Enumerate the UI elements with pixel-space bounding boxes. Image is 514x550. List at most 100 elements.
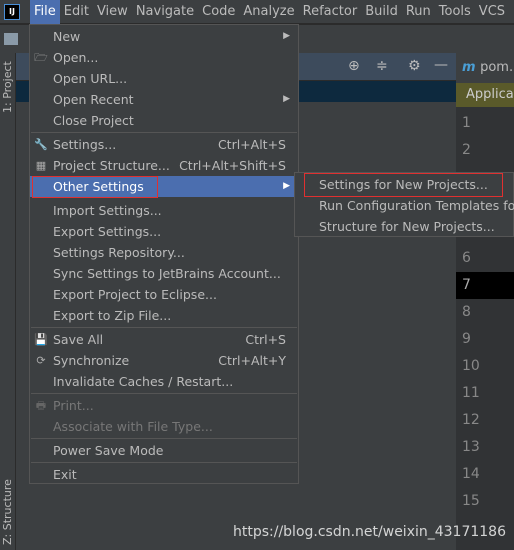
menu-item-close-project[interactable]: Close Project (30, 110, 298, 131)
left-tool-strip: 1: Project Z: Structure (0, 53, 16, 550)
label: Settings Repository... (53, 245, 185, 260)
shortcut: Ctrl+S (245, 332, 286, 347)
label: Import Settings... (53, 203, 162, 218)
menu-item-synchronize[interactable]: ⟳ Synchronize Ctrl+Alt+Y (30, 350, 298, 371)
other-settings-submenu: Settings for New Projects... Run Configu… (294, 172, 514, 237)
gear-icon[interactable]: ⚙ (408, 58, 421, 74)
line-number: 8 (462, 304, 471, 320)
submenu-item-run-config-templates[interactable]: Run Configuration Templates for (295, 195, 514, 216)
separator (31, 132, 297, 133)
menu-item-associate-file-type[interactable]: Associate with File Type... (30, 416, 298, 437)
label: Associate with File Type... (53, 419, 213, 434)
separator (31, 393, 297, 394)
menu-view[interactable]: View (93, 0, 132, 24)
folder-icon (4, 33, 18, 45)
separator (31, 438, 297, 439)
project-structure-icon: ▦ (35, 159, 47, 172)
folder-open-icon: 🗁 (34, 51, 48, 64)
line-number: 13 (462, 439, 480, 455)
editor-tab-label: pom. (480, 60, 514, 75)
line-number: 15 (462, 493, 480, 509)
menu-navigate[interactable]: Navigate (132, 0, 198, 24)
line-number: 14 (462, 466, 480, 482)
label: Export to Zip File... (53, 308, 172, 323)
menu-tools[interactable]: Tools (435, 0, 475, 24)
menu-item-export-settings[interactable]: Export Settings... (30, 221, 298, 242)
menu-item-project-structure[interactable]: ▦ Project Structure... Ctrl+Alt+Shift+S (30, 155, 298, 176)
collapse-icon[interactable]: ≑ (376, 58, 388, 74)
menu-file[interactable]: File (30, 0, 60, 24)
menu-analyze[interactable]: Analyze (239, 0, 298, 24)
editor-banner: Applicati (456, 83, 514, 107)
label: Open URL... (53, 71, 128, 86)
menu-item-export-eclipse[interactable]: Export Project to Eclipse... (30, 284, 298, 305)
label: New (53, 29, 81, 44)
separator (31, 327, 297, 328)
label: Exit (53, 467, 77, 482)
save-icon: 💾 (34, 333, 48, 346)
label: Open... (53, 50, 99, 65)
label: Sync Settings to JetBrains Account... (53, 266, 281, 281)
menu-item-sync-settings[interactable]: Sync Settings to JetBrains Account... (30, 263, 298, 284)
annotation-box (32, 176, 158, 198)
line-number: 10 (462, 358, 480, 374)
label: Project Structure... (53, 158, 170, 173)
line-number: 11 (462, 385, 480, 401)
submenu-arrow-icon: ▶ (283, 94, 290, 104)
line-number: 2 (462, 142, 471, 158)
menu-refactor[interactable]: Refactor (299, 0, 362, 24)
locate-icon[interactable]: ⊕ (348, 58, 360, 74)
label: Print... (53, 398, 94, 413)
menu-item-import-settings[interactable]: Import Settings... (30, 200, 298, 221)
file-menu: New ▶ 🗁 Open... Open URL... Open Recent ▶ C… (29, 24, 299, 484)
label: Open Recent (53, 92, 134, 107)
label: Settings... (53, 137, 117, 152)
menu-item-new[interactable]: New ▶ (30, 26, 298, 47)
label: Export Settings... (53, 224, 162, 239)
menu-item-open-url[interactable]: Open URL... (30, 68, 298, 89)
menu-run[interactable]: Run (402, 0, 435, 24)
printer-icon: 🖶 (35, 399, 47, 412)
line-number: 6 (462, 250, 471, 266)
line-number: 9 (462, 331, 471, 347)
menu-item-exit[interactable]: Exit (30, 464, 298, 485)
label: Close Project (53, 113, 134, 128)
line-number: 12 (462, 412, 480, 428)
menu-item-print[interactable]: 🖶 Print... (30, 395, 298, 416)
minimize-icon[interactable]: — (434, 57, 448, 73)
shortcut: Ctrl+Alt+Y (218, 353, 286, 368)
intellij-logo-icon: IJ (4, 3, 20, 20)
line-number: 1 (462, 115, 471, 131)
project-tool-tab[interactable]: 1: Project (1, 61, 14, 113)
menu-item-invalidate-caches[interactable]: Invalidate Caches / Restart... (30, 371, 298, 392)
line-number-current: 7 (456, 272, 514, 299)
shortcut: Ctrl+Alt+Shift+S (179, 158, 286, 173)
structure-tool-tab[interactable]: Z: Structure (1, 479, 14, 545)
menu-item-export-zip[interactable]: Export to Zip File... (30, 305, 298, 326)
menu-vcs[interactable]: VCS (475, 0, 509, 24)
label: Save All (53, 332, 104, 347)
label: Synchronize (53, 353, 130, 368)
label: Power Save Mode (53, 443, 164, 458)
separator (31, 462, 297, 463)
menu-item-power-save-mode[interactable]: Power Save Mode (30, 440, 298, 461)
maven-icon: m (462, 60, 481, 75)
annotation-box (304, 173, 503, 197)
editor-tab[interactable]: m pom. (456, 53, 514, 83)
menu-bar: IJ File Edit View Navigate Code Analyze … (0, 0, 514, 24)
label: Export Project to Eclipse... (53, 287, 217, 302)
menu-code[interactable]: Code (198, 0, 239, 24)
menu-item-open-recent[interactable]: Open Recent ▶ (30, 89, 298, 110)
menu-edit[interactable]: Edit (60, 0, 93, 24)
submenu-item-structure-new-projects[interactable]: Structure for New Projects... (295, 216, 514, 237)
submenu-arrow-icon: ▶ (283, 181, 290, 191)
menu-item-settings-repository[interactable]: Settings Repository... (30, 242, 298, 263)
menu-build[interactable]: Build (361, 0, 402, 24)
shortcut: Ctrl+Alt+S (217, 137, 286, 152)
watermark: https://blog.csdn.net/weixin_43171186 (232, 524, 506, 540)
menu-item-open[interactable]: 🗁 Open... (30, 47, 298, 68)
menu-item-save-all[interactable]: 💾 Save All Ctrl+S (30, 329, 298, 350)
menu-item-settings[interactable]: 🔧 Settings... Ctrl+Alt+S (30, 134, 298, 155)
submenu-arrow-icon: ▶ (283, 31, 290, 41)
sync-icon: ⟳ (36, 354, 46, 367)
